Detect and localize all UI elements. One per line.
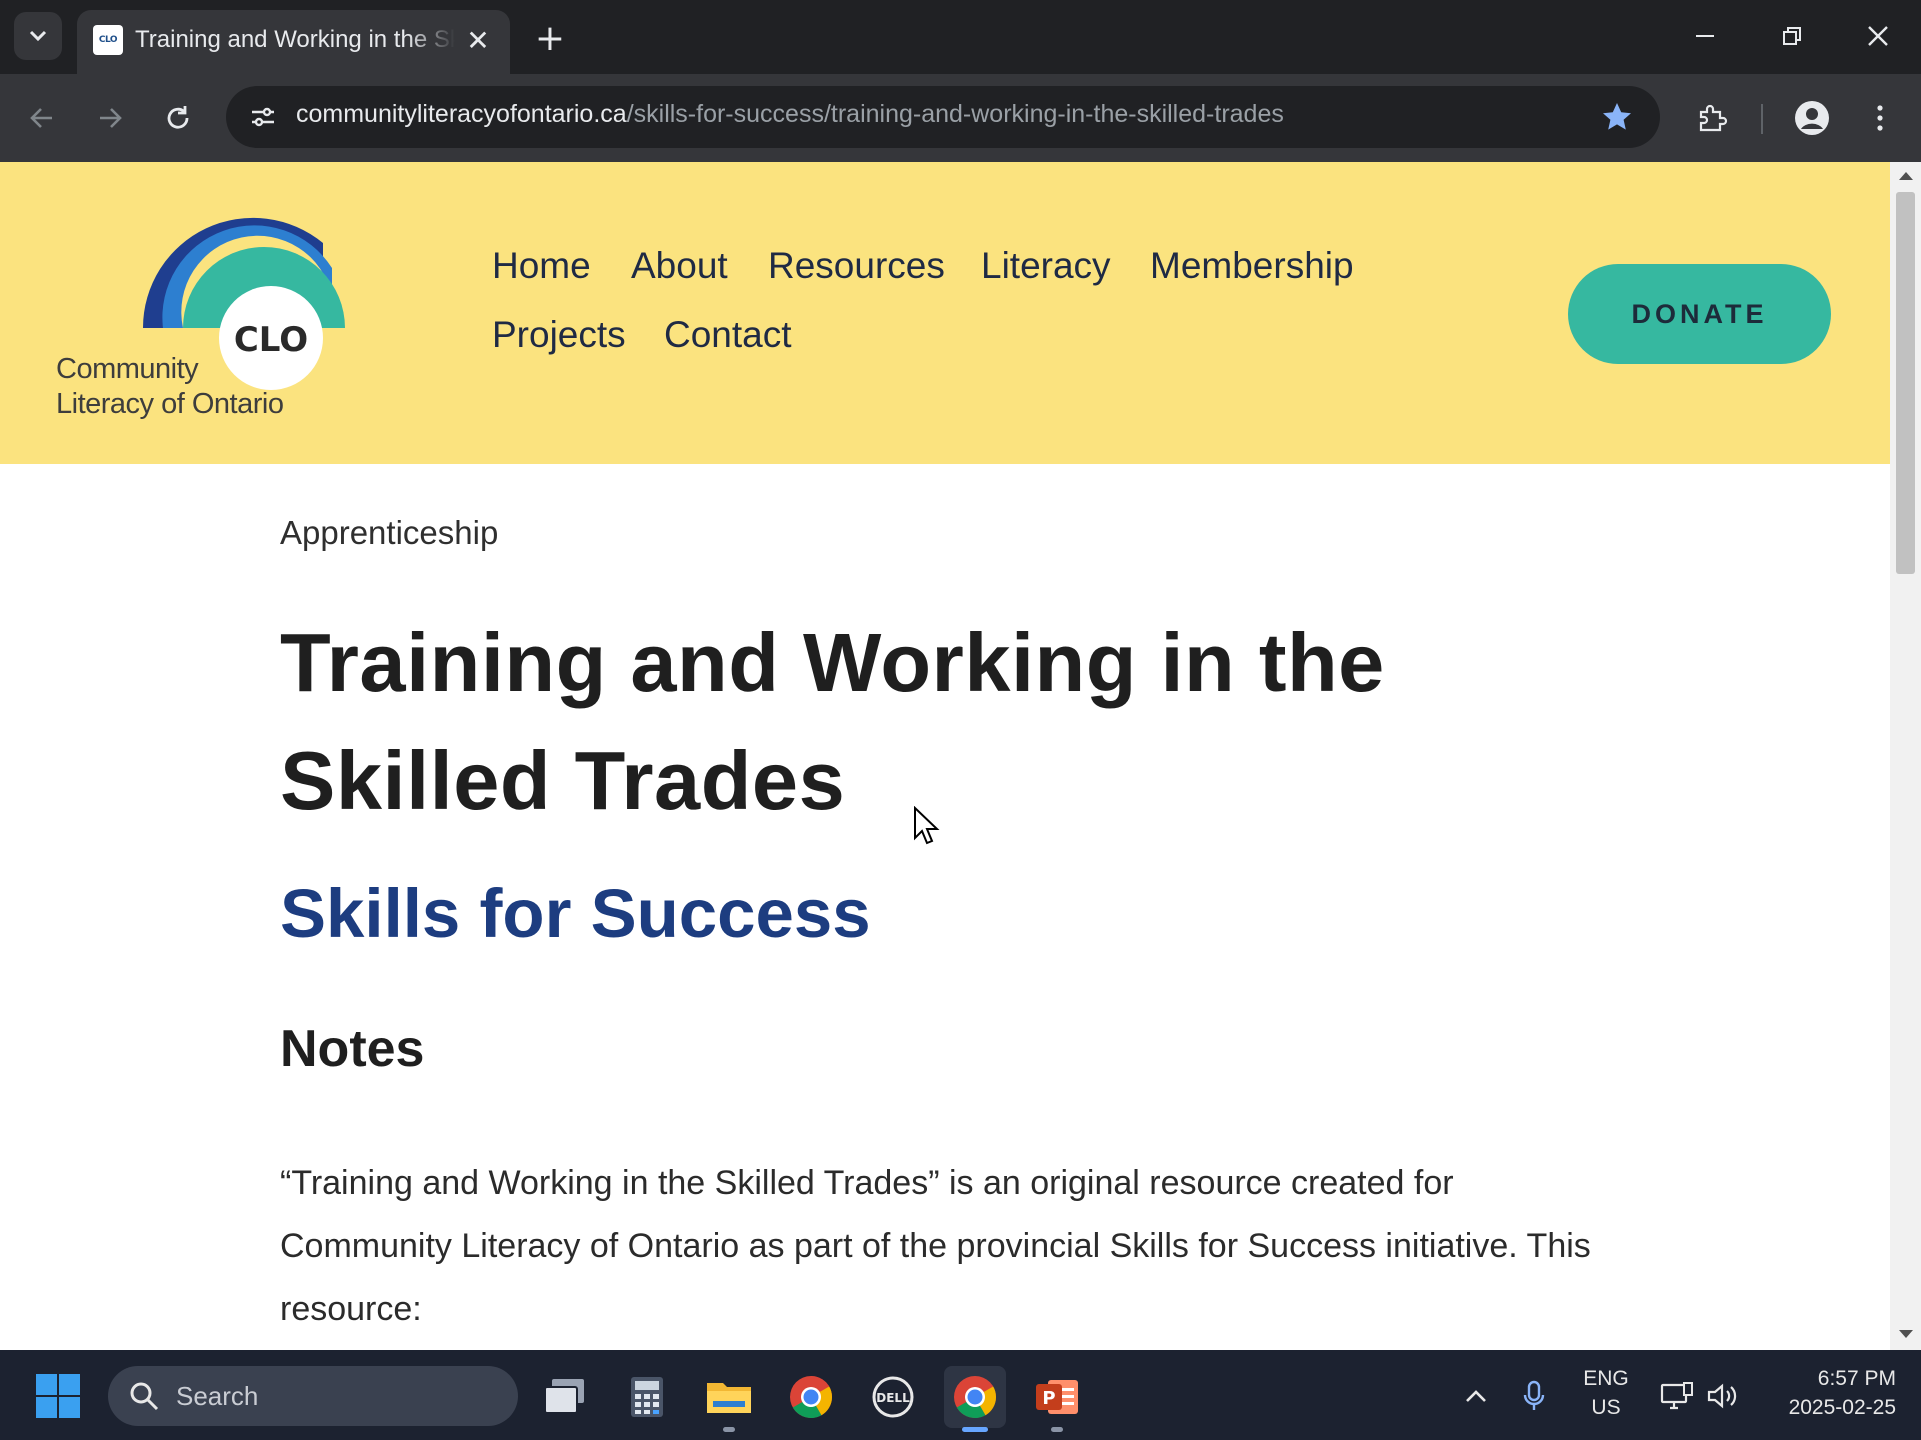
page-viewport: CLO Community Literacy of Ontario Home A…: [0, 162, 1890, 1350]
minimize-icon: [1696, 35, 1714, 37]
browser-tab-bar: CLO Training and Working in the Skilled …: [0, 0, 1921, 74]
clo-favicon-icon: CLO: [93, 25, 123, 55]
speaker-icon: [1707, 1383, 1737, 1409]
svg-text:DELL: DELL: [876, 1391, 910, 1405]
back-button[interactable]: [18, 94, 66, 142]
network-icon: [1660, 1382, 1693, 1410]
browser-tab[interactable]: CLO Training and Working in the Skilled …: [77, 10, 510, 74]
chevron-down-icon: [29, 30, 47, 42]
nav-literacy[interactable]: Literacy: [981, 244, 1111, 288]
input-language-indicator[interactable]: ENG US: [1576, 1364, 1636, 1422]
logo-line-2: Literacy of Ontario: [56, 388, 284, 420]
taskbar-calculator[interactable]: [616, 1366, 678, 1428]
file-explorer-icon: [707, 1383, 751, 1413]
nav-home[interactable]: Home: [492, 244, 591, 288]
minimize-button[interactable]: [1675, 10, 1735, 62]
star-icon: [1603, 103, 1631, 130]
notes-paragraph: “Training and Working in the Skilled Tra…: [280, 1164, 1591, 1328]
profile-button[interactable]: [1788, 94, 1836, 142]
avatar-icon: [1795, 101, 1829, 135]
nav-contact[interactable]: Contact: [664, 313, 792, 357]
forward-button[interactable]: [86, 94, 134, 142]
task-view-icon: [544, 1379, 584, 1414]
reload-icon: [167, 106, 189, 129]
chrome-icon: [954, 1376, 996, 1419]
dell-icon: DELL: [872, 1376, 914, 1418]
close-window-button[interactable]: [1848, 10, 1908, 62]
network-button[interactable]: [1655, 1372, 1699, 1420]
nav-about[interactable]: About: [631, 244, 728, 288]
kebab-menu-icon: [1877, 105, 1883, 131]
language-code: ENG: [1583, 1367, 1629, 1390]
clock-time: 6:57 PM: [1817, 1367, 1896, 1390]
tab-search-button[interactable]: [14, 12, 62, 60]
svg-text:P: P: [1042, 1388, 1055, 1409]
region-code: US: [1591, 1396, 1621, 1419]
address-bar[interactable]: communityliteracyofontario.ca/skills-for…: [226, 86, 1660, 148]
taskbar-dell[interactable]: DELL: [862, 1366, 924, 1428]
browser-toolbar: communityliteracyofontario.ca/skills-for…: [0, 74, 1921, 162]
taskbar-file-explorer[interactable]: [698, 1366, 760, 1432]
site-header: CLO Community Literacy of Ontario Home A…: [0, 162, 1890, 464]
tab-title: Training and Working in the Skilled Trad…: [135, 26, 455, 53]
category-label[interactable]: Apprenticeship: [280, 514, 498, 552]
search-icon: [130, 1382, 159, 1411]
arrow-right-icon: [100, 108, 122, 128]
restore-button[interactable]: [1762, 10, 1822, 62]
taskbar-search-box[interactable]: Search: [108, 1366, 518, 1426]
chevron-up-icon: [1466, 1390, 1486, 1402]
section-title: Skills for Success: [280, 875, 871, 952]
scroll-up-arrow-icon[interactable]: [1899, 172, 1913, 180]
donate-button[interactable]: DONATE: [1568, 264, 1831, 364]
volume-button[interactable]: [1700, 1372, 1744, 1420]
extensions-button[interactable]: [1688, 94, 1736, 142]
close-tab-icon[interactable]: ✕: [462, 24, 494, 57]
notes-heading: Notes: [280, 1020, 425, 1078]
taskbar-powerpoint[interactable]: P: [1026, 1366, 1088, 1432]
page-title: Training and Working in the Skilled Trad…: [280, 616, 1385, 827]
taskbar-search-label: Search: [176, 1381, 259, 1411]
windows-start-icon[interactable]: [34, 1372, 82, 1420]
scroll-down-arrow-icon[interactable]: [1899, 1330, 1913, 1338]
clock-date: 2025-02-25: [1788, 1396, 1896, 1419]
nav-projects[interactable]: Projects: [492, 313, 626, 357]
taskbar-task-view[interactable]: [534, 1366, 596, 1428]
taskbar-chrome[interactable]: [780, 1366, 842, 1428]
menu-button[interactable]: [1856, 94, 1904, 142]
bookmark-button[interactable]: [1598, 98, 1636, 136]
toolbar-separator: [1761, 104, 1763, 134]
active-indicator: [962, 1427, 988, 1432]
arrow-left-icon: [30, 108, 52, 128]
logo-wordmark: Community Literacy of Ontario: [56, 352, 284, 422]
new-tab-button[interactable]: +: [530, 18, 570, 59]
taskbar-chrome-active[interactable]: [944, 1366, 1006, 1432]
chrome-icon: [790, 1376, 832, 1419]
url-path: /skills-for-success/training-and-working…: [626, 100, 1284, 128]
nav-membership[interactable]: Membership: [1150, 244, 1354, 288]
page-scrollbar[interactable]: [1890, 162, 1921, 1350]
url-text[interactable]: communityliteracyofontario.ca/skills-for…: [296, 100, 1284, 134]
puzzle-icon: [1699, 104, 1728, 132]
windows-taskbar: Search DELL P ENG US 6:57 PM 2025-02-25: [0, 1350, 1921, 1440]
powerpoint-icon: P: [1036, 1380, 1078, 1414]
site-info-button[interactable]: [242, 96, 284, 138]
show-hidden-icons-button[interactable]: [1454, 1372, 1498, 1420]
microphone-icon: [1523, 1380, 1545, 1410]
scrollbar-thumb[interactable]: [1896, 192, 1915, 574]
restore-icon: [1783, 27, 1801, 45]
taskbar-clock[interactable]: 6:57 PM 2025-02-25: [1756, 1364, 1896, 1422]
running-indicator: [723, 1427, 735, 1432]
mouse-cursor-icon: [914, 806, 940, 845]
close-icon: [1868, 26, 1888, 46]
microphone-button[interactable]: [1512, 1372, 1556, 1420]
tune-icon: [252, 107, 274, 127]
calculator-icon: [631, 1377, 663, 1417]
reload-button[interactable]: [154, 94, 202, 142]
running-indicator: [1051, 1427, 1063, 1432]
url-host: communityliteracyofontario.ca: [296, 100, 627, 128]
logo-line-1: Community: [56, 353, 199, 385]
nav-resources[interactable]: Resources: [768, 244, 945, 288]
